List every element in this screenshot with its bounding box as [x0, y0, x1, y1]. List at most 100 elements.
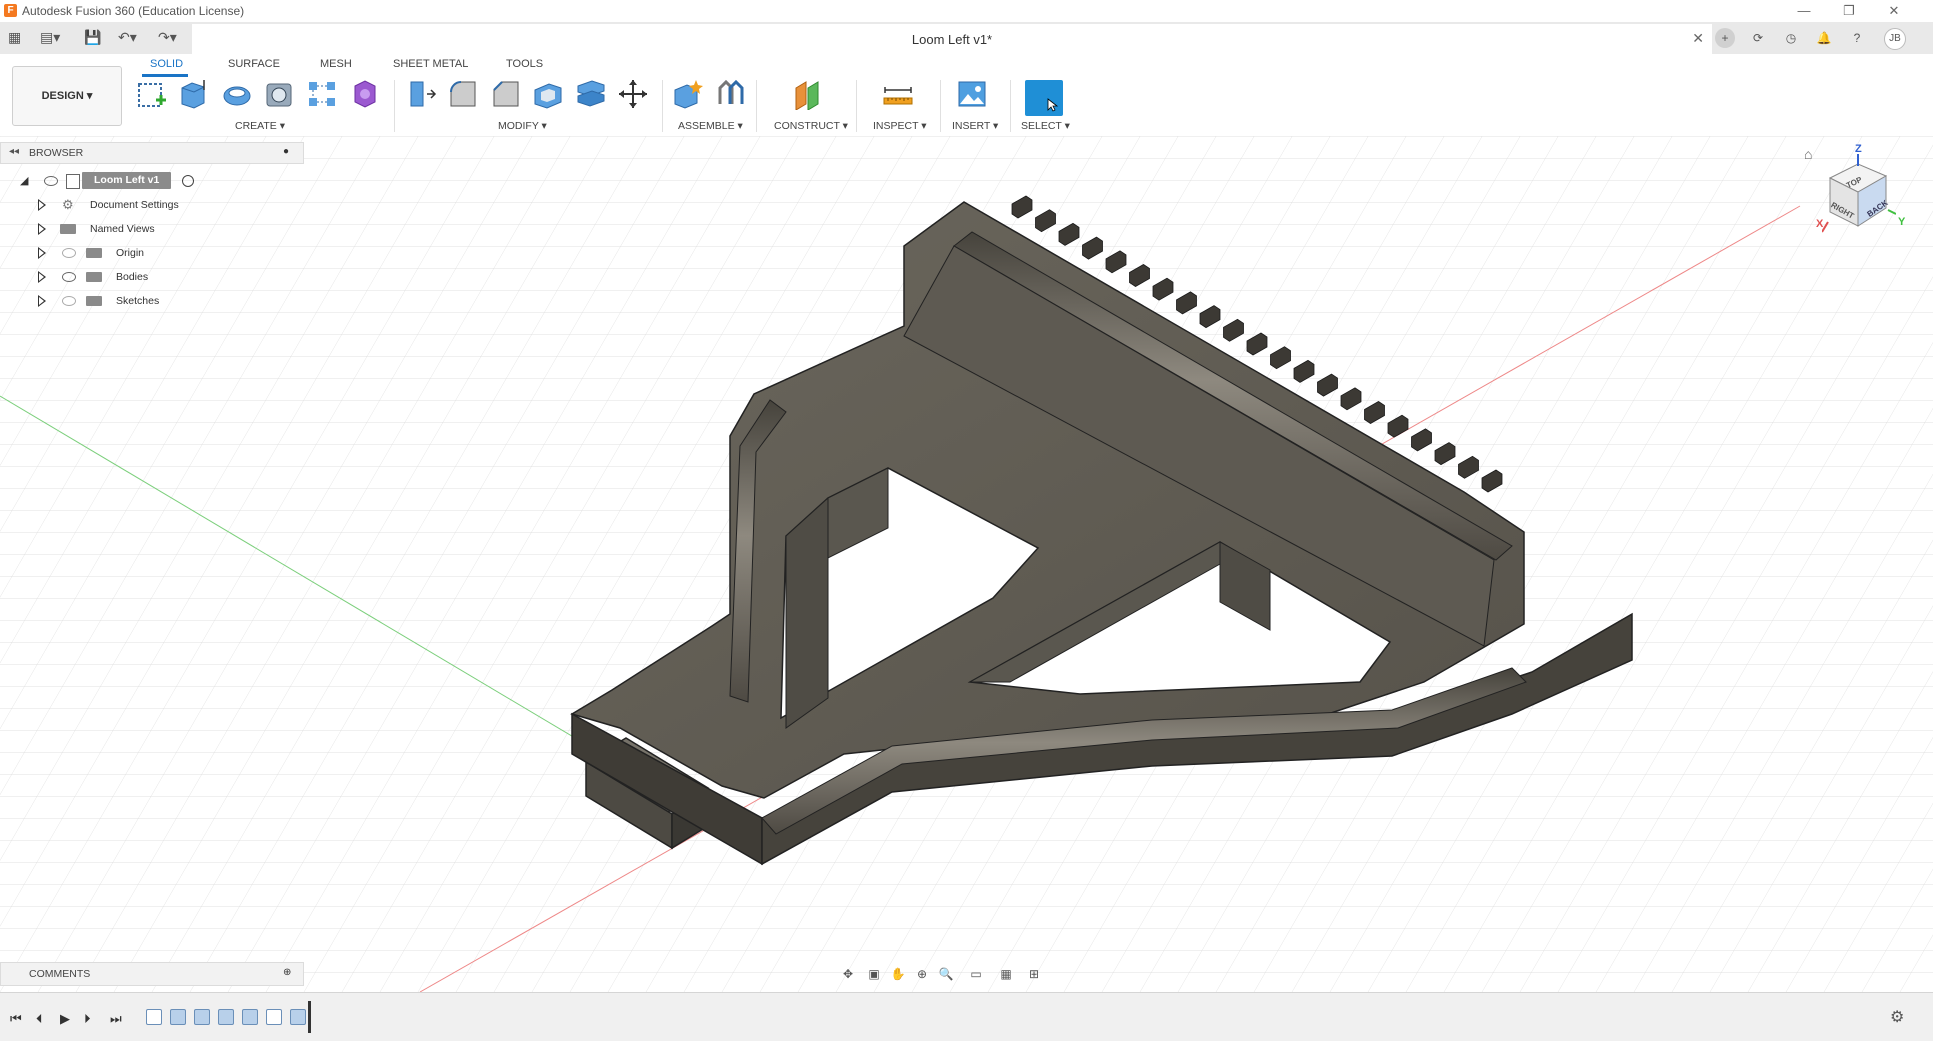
- tab-tools[interactable]: TOOLS: [506, 58, 543, 70]
- display-settings-icon[interactable]: ▭: [968, 966, 984, 982]
- visibility-eye-icon[interactable]: [44, 176, 58, 186]
- insert-image-icon[interactable]: [956, 78, 988, 110]
- extrude-icon[interactable]: [178, 78, 210, 110]
- offset-plane-icon[interactable]: [792, 78, 824, 110]
- collapse-root-icon[interactable]: ◢: [20, 174, 28, 187]
- viewcube[interactable]: ⌂ Z X Y TOP RIGHT BACK: [1804, 143, 1906, 244]
- combine-icon[interactable]: [575, 78, 607, 110]
- timeline-sketch-feature[interactable]: [146, 1009, 162, 1025]
- timeline-extrude-feature[interactable]: [194, 1009, 210, 1025]
- y-axis-label: Y: [1898, 216, 1906, 228]
- job-status-icon[interactable]: ⟳: [1748, 28, 1768, 48]
- timeline-fillet-feature[interactable]: [242, 1009, 258, 1025]
- comments-panel-header[interactable]: COMMENTS ⊕: [0, 962, 304, 986]
- new-tab-icon[interactable]: +: [1715, 28, 1735, 48]
- tab-surface[interactable]: SURFACE: [228, 58, 280, 70]
- chamfer-icon[interactable]: [490, 78, 522, 110]
- grid-settings-icon[interactable]: ▦: [998, 966, 1014, 982]
- close-window-button[interactable]: ✕: [1883, 2, 1905, 20]
- expand-icon[interactable]: [38, 223, 46, 235]
- close-tab-icon[interactable]: ✕: [1692, 30, 1704, 47]
- inspect-group-label[interactable]: INSPECT ▾: [873, 120, 927, 132]
- construct-group-label[interactable]: CONSTRUCT ▾: [774, 120, 848, 132]
- timeline-fillet-feature[interactable]: [218, 1009, 234, 1025]
- browser-item-named-views[interactable]: Named Views: [0, 219, 300, 239]
- visibility-eye-icon[interactable]: [62, 296, 76, 306]
- comments-add-icon[interactable]: ⊕: [283, 967, 291, 978]
- collapse-browser-icon[interactable]: ◂◂: [9, 146, 19, 157]
- timeline-extrude-feature[interactable]: [170, 1009, 186, 1025]
- save-icon[interactable]: 💾: [84, 29, 101, 46]
- home-view-icon[interactable]: ⌂: [1804, 146, 1812, 162]
- go-to-end-icon[interactable]: ⏭: [110, 1011, 122, 1027]
- zoom-icon[interactable]: ⊕: [914, 966, 930, 982]
- create-sketch-icon[interactable]: [136, 78, 168, 110]
- timeline-sketch-feature[interactable]: [266, 1009, 282, 1025]
- canvas-viewport[interactable]: [0, 136, 1933, 992]
- hole-icon[interactable]: [263, 78, 295, 110]
- pattern-icon[interactable]: [306, 78, 338, 110]
- document-tab[interactable]: Loom Left v1* ✕: [192, 24, 1712, 54]
- expand-icon[interactable]: [38, 199, 46, 211]
- expand-icon[interactable]: [38, 271, 46, 283]
- step-forward-icon[interactable]: ⏵: [84, 1011, 91, 1027]
- tab-mesh[interactable]: MESH: [320, 58, 352, 70]
- undo-icon[interactable]: ↶▾: [118, 29, 137, 46]
- browser-panel-header[interactable]: ◂◂ BROWSER ●: [0, 142, 304, 164]
- redo-icon[interactable]: ↷▾: [158, 29, 177, 46]
- pan-hand-icon[interactable]: ✋: [890, 966, 906, 982]
- timeline-extrude-feature[interactable]: [290, 1009, 306, 1025]
- shell-icon[interactable]: [532, 78, 564, 110]
- browser-item-document-settings[interactable]: ⚙ Document Settings: [0, 195, 300, 215]
- fillet-icon[interactable]: [447, 78, 479, 110]
- revolve-icon[interactable]: [221, 78, 253, 110]
- document-tab-bar: ▦ ▤▾ 💾 ↶▾ ↷▾ Loom Left v1* ✕ + ⟳ ◷ 🔔 ? J…: [0, 22, 1933, 54]
- expand-icon[interactable]: [38, 247, 46, 259]
- insert-group-label[interactable]: INSERT ▾: [952, 120, 998, 132]
- activate-radio-icon[interactable]: [182, 175, 194, 187]
- look-at-icon[interactable]: ▣: [866, 966, 882, 982]
- notifications-icon[interactable]: 🔔: [1814, 28, 1834, 48]
- browser-root-label[interactable]: Loom Left v1: [82, 172, 172, 189]
- clock-icon[interactable]: ◷: [1781, 28, 1801, 48]
- move-copy-icon[interactable]: [617, 78, 649, 110]
- browser-item-sketches[interactable]: Sketches: [0, 291, 300, 311]
- apps-grid-icon[interactable]: ▦: [8, 29, 21, 46]
- fit-icon[interactable]: 🔍: [938, 966, 954, 982]
- expand-icon[interactable]: [38, 295, 46, 307]
- viewcube-cube[interactable]: [1822, 152, 1896, 242]
- create-group-label[interactable]: CREATE ▾: [235, 120, 285, 132]
- restore-button[interactable]: ❐: [1838, 2, 1860, 20]
- select-group-label[interactable]: SELECT ▾: [1021, 120, 1070, 132]
- browser-item-bodies[interactable]: Bodies: [0, 267, 300, 287]
- measure-icon[interactable]: [882, 78, 914, 110]
- orbit-icon[interactable]: ✥: [840, 966, 856, 982]
- joint-icon[interactable]: [714, 78, 746, 110]
- browser-item-origin[interactable]: Origin: [0, 243, 300, 263]
- press-pull-icon[interactable]: [405, 78, 437, 110]
- select-button[interactable]: [1025, 80, 1063, 116]
- play-icon[interactable]: ▶: [60, 1011, 70, 1027]
- timeline-marker[interactable]: [308, 1001, 311, 1033]
- viewports-icon[interactable]: ⊞: [1026, 966, 1042, 982]
- assemble-group-label[interactable]: ASSEMBLE ▾: [678, 120, 743, 132]
- tree-item-label: Origin: [116, 247, 145, 259]
- visibility-eye-icon[interactable]: [62, 248, 76, 258]
- minimize-button[interactable]: —: [1793, 2, 1815, 20]
- file-menu-icon[interactable]: ▤▾: [40, 29, 60, 46]
- create-form-icon[interactable]: [349, 78, 381, 110]
- browser-pin-icon[interactable]: ●: [283, 146, 289, 157]
- tab-solid[interactable]: SOLID: [150, 58, 183, 70]
- new-component-icon[interactable]: [672, 78, 704, 110]
- help-icon[interactable]: ?: [1847, 28, 1867, 48]
- user-avatar[interactable]: JB: [1884, 28, 1906, 50]
- tab-sheet-metal[interactable]: SHEET METAL: [393, 58, 468, 70]
- timeline-settings-gear-icon[interactable]: ⚙: [1890, 1007, 1904, 1027]
- modify-group-label[interactable]: MODIFY ▾: [498, 120, 547, 132]
- visibility-eye-icon[interactable]: [62, 272, 76, 282]
- workspace-switcher[interactable]: DESIGN ▾: [12, 66, 122, 126]
- folder-icon: [86, 272, 102, 282]
- go-to-start-icon[interactable]: ⏮: [10, 1011, 22, 1027]
- browser-root-row[interactable]: ◢ Loom Left v1: [0, 171, 300, 191]
- step-back-icon[interactable]: ⏴: [36, 1011, 43, 1027]
